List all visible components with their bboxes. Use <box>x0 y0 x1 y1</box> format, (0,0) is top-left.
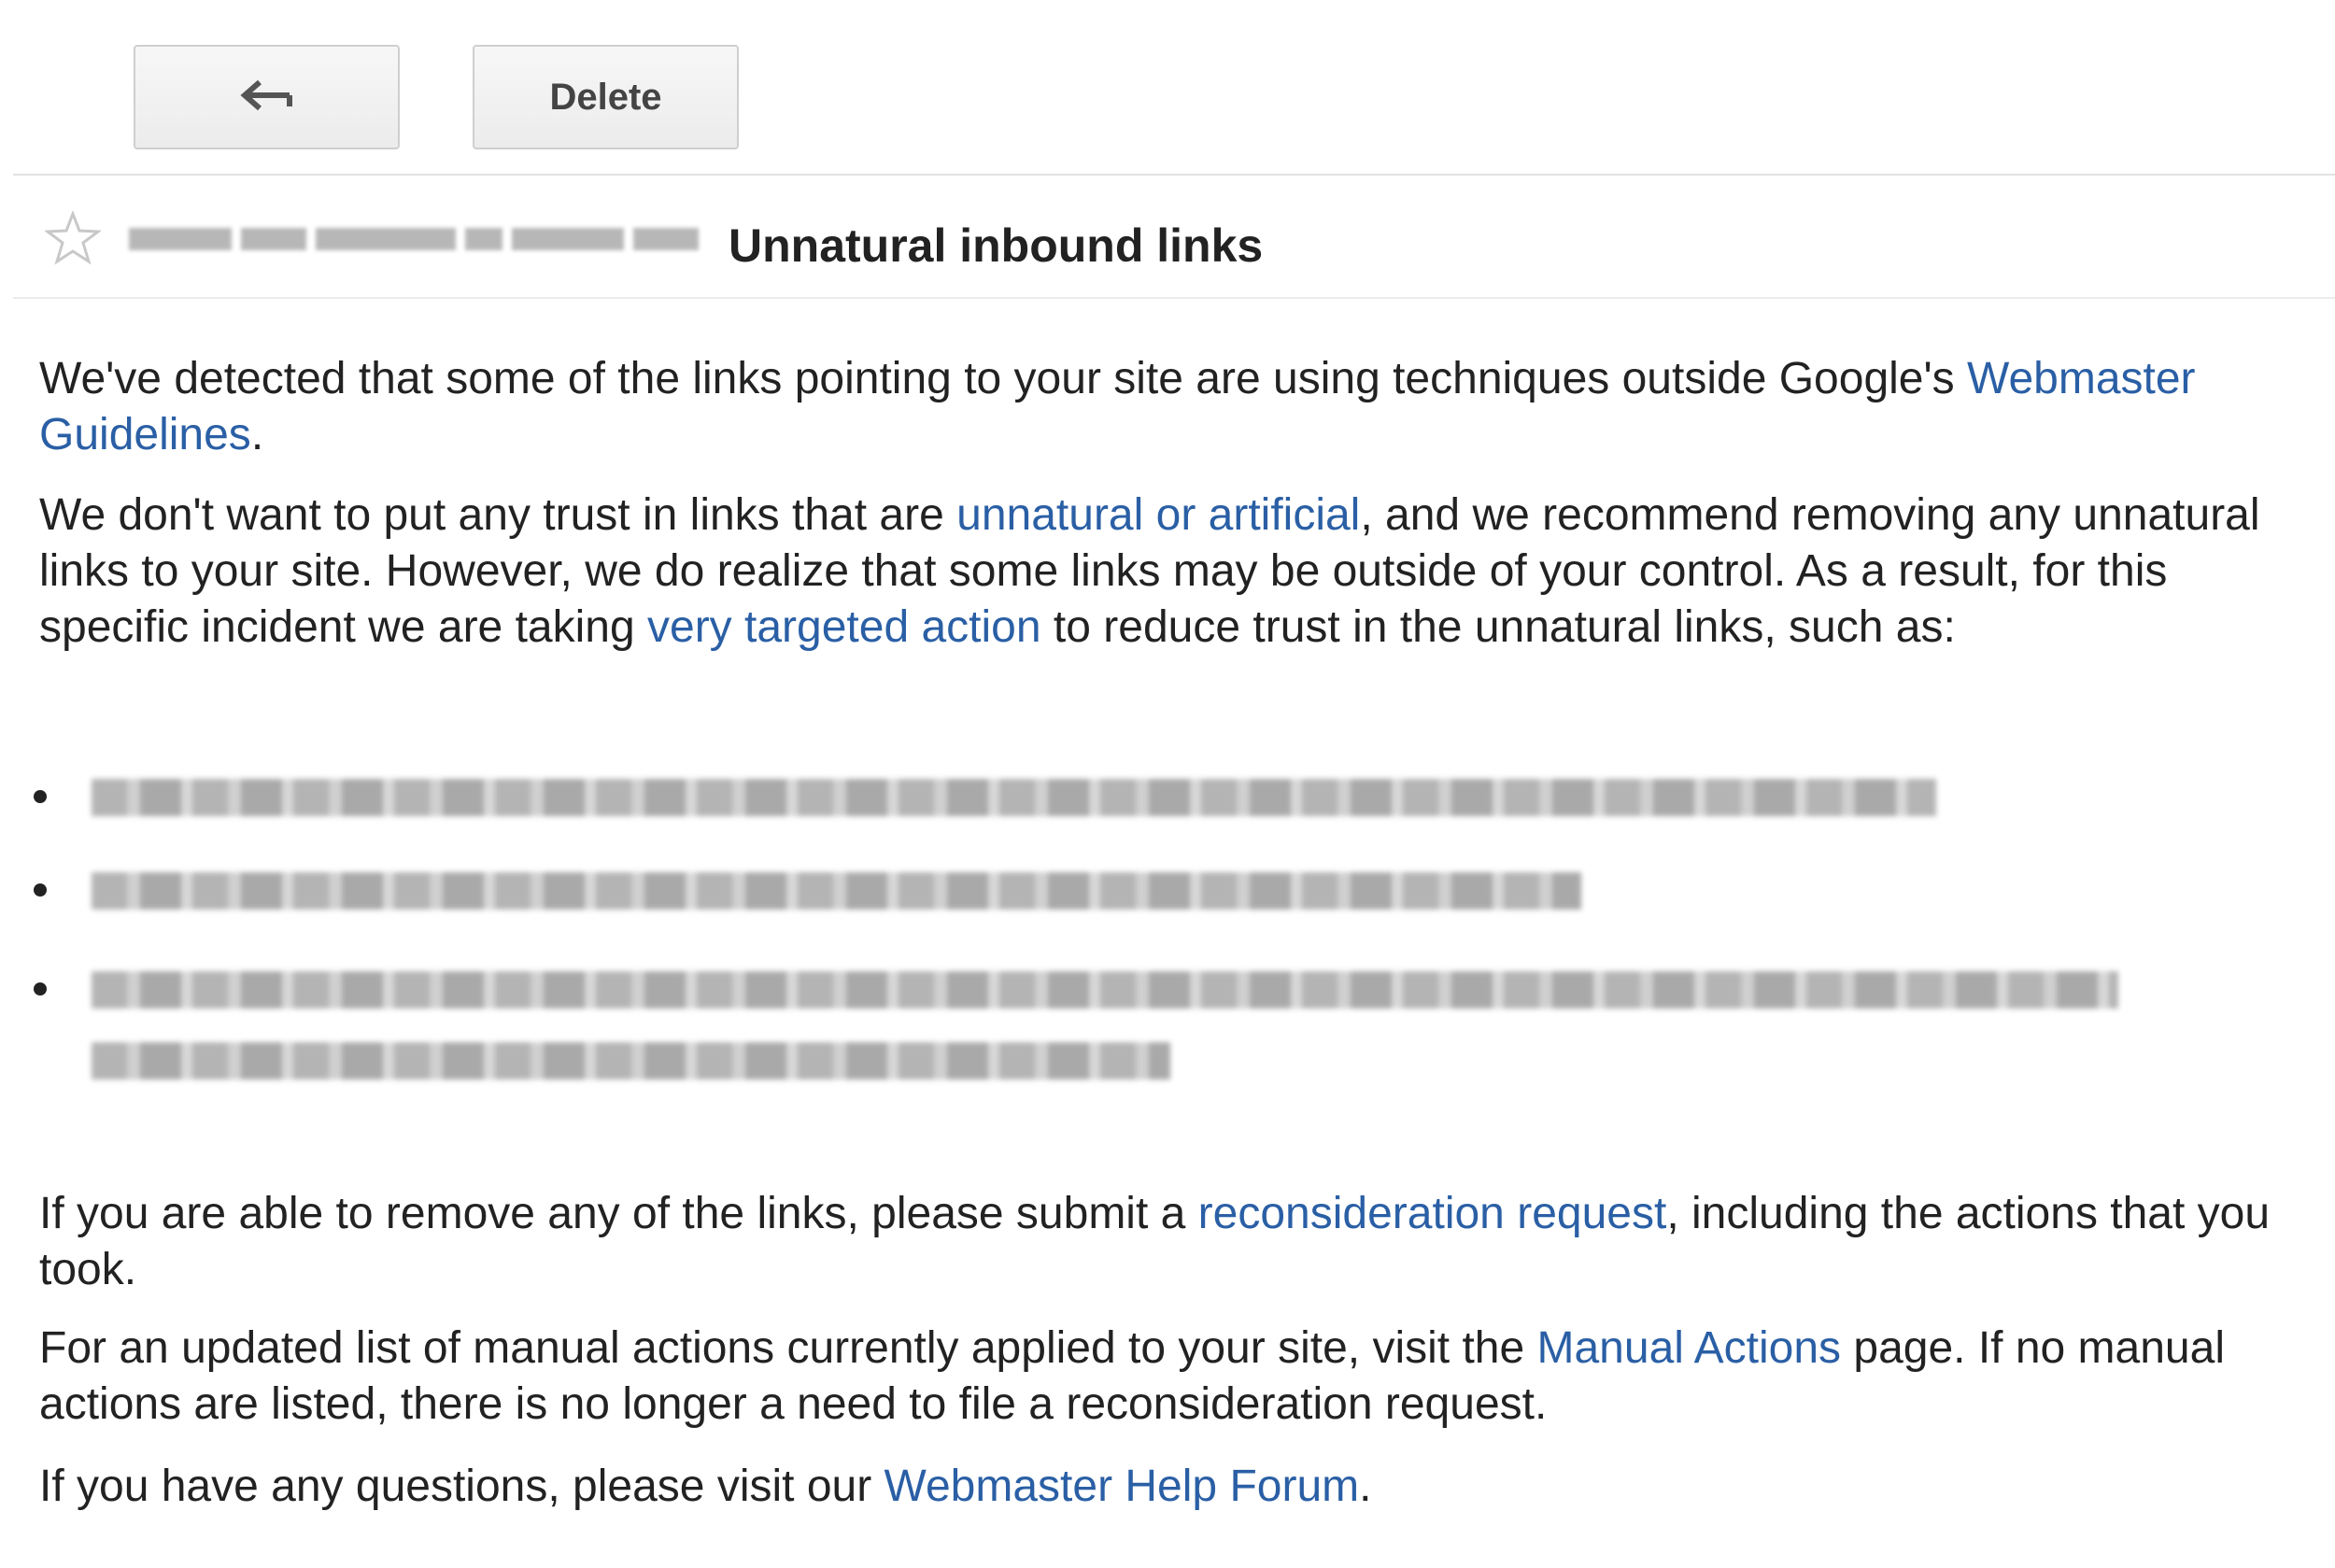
text: If you are able to remove any of the lin… <box>39 1189 1198 1238</box>
delete-button-label: Delete <box>549 76 662 118</box>
message-header: Unnatural inbound links <box>0 177 2335 297</box>
star-outline-icon[interactable] <box>43 209 103 270</box>
text: We don't want to put any trust in links … <box>39 490 957 540</box>
message-subject: Unnatural inbound links <box>729 219 1264 272</box>
text: For an updated list of manual actions cu… <box>39 1323 1537 1373</box>
text: If you have any questions, please visit … <box>39 1462 884 1511</box>
reconsideration-request-link[interactable]: reconsideration request <box>1198 1189 1667 1238</box>
toolbar-divider <box>13 174 2335 176</box>
sender-redacted <box>129 220 708 258</box>
toolbar: Delete <box>0 0 2335 174</box>
paragraph-manual-actions: For an updated list of manual actions cu… <box>39 1321 2300 1433</box>
bullet <box>34 790 47 803</box>
reply-button[interactable] <box>134 45 400 149</box>
unnatural-links-link[interactable]: unnatural or artificial <box>956 490 1360 540</box>
manual-actions-link[interactable]: Manual Actions <box>1537 1323 1842 1373</box>
text: . <box>250 410 264 459</box>
text: We've detected that some of the links po… <box>39 354 1967 403</box>
paragraph-guidelines: We've detected that some of the links po… <box>39 351 2300 463</box>
text: to reduce trust in the unnatural links, … <box>1040 602 1956 652</box>
paragraph-trust: We don't want to put any trust in links … <box>39 487 2300 656</box>
bullet <box>34 982 47 996</box>
bullet <box>34 883 47 897</box>
paragraph-reconsideration: If you are able to remove any of the lin… <box>39 1186 2300 1298</box>
header-divider <box>13 297 2335 299</box>
redacted-url <box>92 872 1581 910</box>
reply-arrow-icon <box>239 78 295 116</box>
redacted-url <box>92 971 2118 1009</box>
webmaster-help-forum-link[interactable]: Webmaster Help Forum <box>884 1462 1360 1511</box>
text: . <box>1359 1462 1372 1511</box>
delete-button[interactable]: Delete <box>473 45 739 149</box>
targeted-action-link[interactable]: very targeted action <box>647 602 1041 652</box>
redacted-url <box>92 779 1936 816</box>
paragraph-help-forum: If you have any questions, please visit … <box>39 1459 2300 1515</box>
redacted-url <box>92 1042 1170 1080</box>
redacted-link-list <box>0 766 2335 1102</box>
